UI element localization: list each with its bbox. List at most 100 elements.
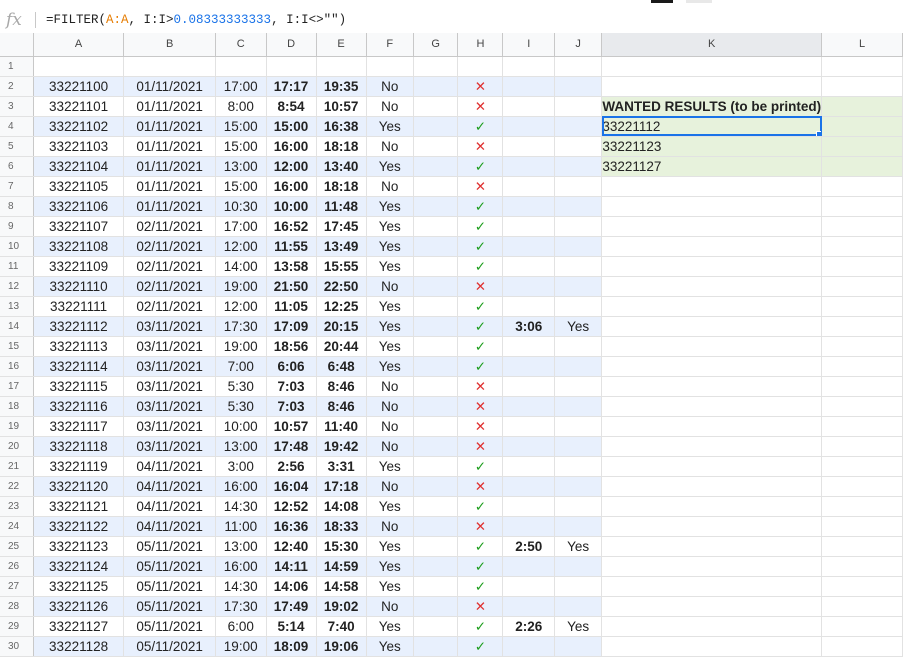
cell-result-flag[interactable]: Yes xyxy=(554,536,603,557)
cell-duration[interactable] xyxy=(502,356,555,377)
cell-end-time[interactable]: 11:40 xyxy=(316,416,367,437)
cell-end-time[interactable]: 11:48 xyxy=(316,196,367,217)
cell-flag[interactable]: No xyxy=(366,416,414,437)
cell-id[interactable]: 33221123 xyxy=(33,536,125,557)
cell-l[interactable] xyxy=(821,236,903,257)
cell-id[interactable] xyxy=(33,56,125,77)
cell-scheduled-time[interactable]: 19:00 xyxy=(215,276,267,297)
cell-status[interactable]: ✓ xyxy=(457,236,504,257)
cell-result-flag[interactable] xyxy=(554,196,603,217)
cell-empty[interactable] xyxy=(413,136,459,157)
row-header[interactable]: 2 xyxy=(0,76,34,97)
cell-flag[interactable]: No xyxy=(366,476,414,497)
cell-empty[interactable] xyxy=(413,316,459,337)
cell-status[interactable]: ✓ xyxy=(457,496,504,517)
cell-flag[interactable]: No xyxy=(366,516,414,537)
cell-id[interactable]: 33221117 xyxy=(33,416,125,437)
cell-scheduled-time[interactable] xyxy=(215,56,267,77)
cell-empty[interactable] xyxy=(413,576,459,597)
row-header[interactable]: 12 xyxy=(0,276,34,297)
cell-date[interactable]: 03/11/2021 xyxy=(123,416,216,437)
cell-end-time[interactable]: 18:18 xyxy=(316,176,367,197)
cell-start-time[interactable]: 15:00 xyxy=(266,116,317,137)
cell-end-time[interactable]: 17:45 xyxy=(316,216,367,237)
cell-result-flag[interactable] xyxy=(554,216,603,237)
cell-k[interactable] xyxy=(601,476,823,497)
cell-status[interactable]: ✕ xyxy=(457,96,504,117)
cell-date[interactable]: 02/11/2021 xyxy=(123,296,216,317)
cell-status[interactable]: ✓ xyxy=(457,456,504,477)
row-header[interactable]: 1 xyxy=(0,56,34,77)
cell-id[interactable]: 33221111 xyxy=(33,296,125,317)
cell-result-flag[interactable] xyxy=(554,496,603,517)
cell-duration[interactable] xyxy=(502,556,555,577)
cell-id[interactable]: 33221122 xyxy=(33,516,125,537)
cell-start-time[interactable]: 8:54 xyxy=(266,96,317,117)
cell-date[interactable]: 04/11/2021 xyxy=(123,456,216,477)
cell-date[interactable]: 01/11/2021 xyxy=(123,196,216,217)
cell-duration[interactable]: 2:50 xyxy=(502,536,555,557)
cell-k[interactable] xyxy=(601,556,823,577)
cell-end-time[interactable]: 15:30 xyxy=(316,536,367,557)
cell-result-flag[interactable] xyxy=(554,236,603,257)
cell-result-flag[interactable] xyxy=(554,336,603,357)
cell-k[interactable] xyxy=(601,276,823,297)
cell-flag[interactable]: Yes xyxy=(366,216,414,237)
cell-k[interactable] xyxy=(601,376,823,397)
cell-date[interactable]: 05/11/2021 xyxy=(123,536,216,557)
cell-end-time[interactable]: 19:02 xyxy=(316,596,367,617)
cell-end-time[interactable]: 12:25 xyxy=(316,296,367,317)
cell-duration[interactable] xyxy=(502,476,555,497)
cell-id[interactable]: 33221101 xyxy=(33,96,125,117)
cell-scheduled-time[interactable]: 14:30 xyxy=(215,576,267,597)
row-header[interactable]: 24 xyxy=(0,516,34,537)
cell-end-time[interactable]: 3:31 xyxy=(316,456,367,477)
cell-status[interactable]: ✓ xyxy=(457,356,504,377)
row-header[interactable]: 9 xyxy=(0,216,34,237)
cell-end-time[interactable]: 18:33 xyxy=(316,516,367,537)
cell-end-time[interactable] xyxy=(316,56,367,77)
cell-end-time[interactable]: 14:08 xyxy=(316,496,367,517)
cell-empty[interactable] xyxy=(413,456,459,477)
cell-result-flag[interactable] xyxy=(554,136,603,157)
cell-start-time[interactable]: 16:36 xyxy=(266,516,317,537)
cell-l[interactable] xyxy=(821,396,903,417)
cell-scheduled-time[interactable]: 7:00 xyxy=(215,356,267,377)
cell-result-flag[interactable] xyxy=(554,116,603,137)
cell-empty[interactable] xyxy=(413,516,459,537)
cell-result-flag[interactable] xyxy=(554,416,603,437)
cell-end-time[interactable]: 22:50 xyxy=(316,276,367,297)
cell-k[interactable] xyxy=(601,536,823,557)
row-header[interactable]: 27 xyxy=(0,576,34,597)
row-header[interactable]: 25 xyxy=(0,536,34,557)
cell-flag[interactable]: No xyxy=(366,176,414,197)
cell-k[interactable] xyxy=(601,256,823,277)
cell-flag[interactable]: No xyxy=(366,136,414,157)
cell-start-time[interactable]: 17:49 xyxy=(266,596,317,617)
cell-empty[interactable] xyxy=(413,616,459,637)
cell-duration[interactable] xyxy=(502,436,555,457)
cell-status[interactable]: ✓ xyxy=(457,196,504,217)
cell-id[interactable]: 33221104 xyxy=(33,156,125,177)
cell-empty[interactable] xyxy=(413,256,459,277)
cell-l[interactable] xyxy=(821,576,903,597)
cell-l[interactable] xyxy=(821,96,903,117)
row-header[interactable]: 10 xyxy=(0,236,34,257)
cell-scheduled-time[interactable]: 12:00 xyxy=(215,236,267,257)
cell-scheduled-time[interactable]: 13:00 xyxy=(215,436,267,457)
cell-k[interactable] xyxy=(601,236,823,257)
column-header-a[interactable]: A xyxy=(33,33,125,57)
cell-end-time[interactable]: 14:58 xyxy=(316,576,367,597)
cell-id[interactable]: 33221108 xyxy=(33,236,125,257)
cell-empty[interactable] xyxy=(413,396,459,417)
cell-date[interactable]: 01/11/2021 xyxy=(123,76,216,97)
cell-duration[interactable] xyxy=(502,216,555,237)
results-value[interactable]: 33221112 xyxy=(601,116,823,137)
cell-end-time[interactable]: 14:59 xyxy=(316,556,367,577)
row-header[interactable]: 29 xyxy=(0,616,34,637)
cell-scheduled-time[interactable]: 5:30 xyxy=(215,376,267,397)
cell-scheduled-time[interactable]: 19:00 xyxy=(215,636,267,657)
cell-date[interactable]: 04/11/2021 xyxy=(123,496,216,517)
cell-start-time[interactable]: 16:00 xyxy=(266,176,317,197)
cell-result-flag[interactable] xyxy=(554,96,603,117)
